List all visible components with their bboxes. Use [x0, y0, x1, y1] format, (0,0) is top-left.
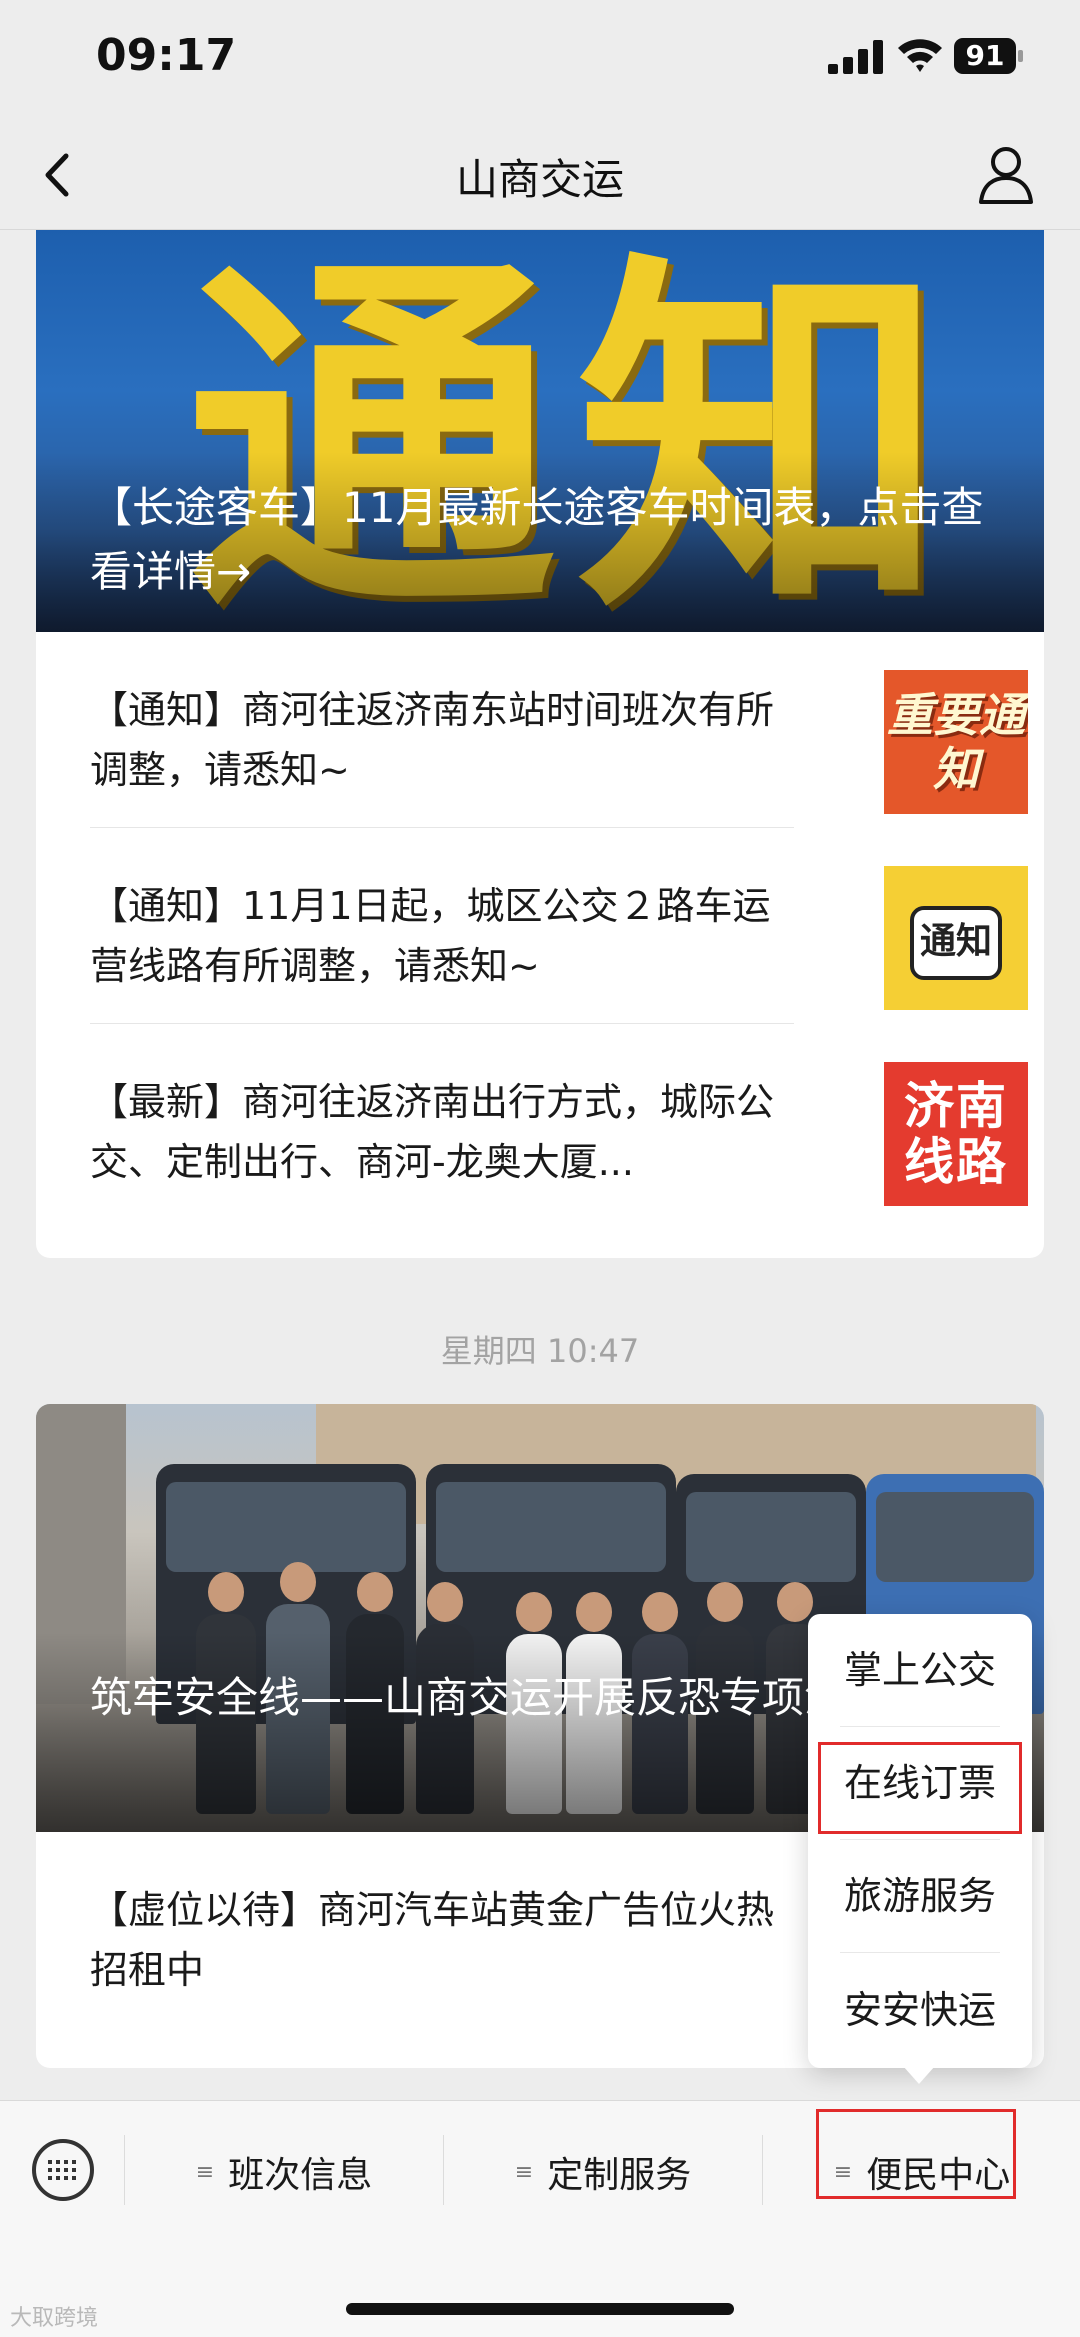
- wifi-icon: [898, 39, 942, 72]
- list-item[interactable]: 【通知】11月1日起，城区公交２路车运营线路有所调整，请悉知~ 通知: [90, 828, 1028, 1024]
- menu-item-express-delivery[interactable]: 安安快运: [840, 1954, 1000, 2066]
- menu-item-travel-service[interactable]: 旅游服务: [840, 1840, 1000, 1952]
- menu-lines-icon: ≡: [195, 2159, 215, 2185]
- highlight-box: [818, 1742, 1022, 1834]
- page-title: 山商交运: [455, 155, 624, 204]
- home-indicator[interactable]: [346, 2303, 734, 2315]
- cellular-signal-icon: [828, 40, 883, 74]
- menu-tab-label: 定制服务: [547, 2155, 692, 2196]
- keyboard-icon: [48, 2160, 78, 2182]
- menu-tab-custom-service[interactable]: ≡ 定制服务: [445, 2127, 761, 2217]
- message-timestamp: 星期四 10:47: [440, 1332, 640, 1370]
- bottom-menu-bar: ≡ 班次信息 ≡ 定制服务 ≡ 便民中心: [0, 2100, 1080, 2337]
- highlight-box: [816, 2109, 1016, 2199]
- article-title[interactable]: 【通知】11月1日起，城区公交２路车运营线路有所调整，请悉知~: [90, 876, 790, 996]
- banner-caption[interactable]: 【长途客车】11月最新长途客车时间表，点击查看详情→: [90, 476, 990, 604]
- menu-tab-schedule[interactable]: ≡ 班次信息: [126, 2127, 442, 2217]
- article-thumbnail[interactable]: 重要通知: [884, 670, 1028, 814]
- nav-bar: 山商交运: [0, 120, 1080, 230]
- divider: [840, 1952, 1000, 1953]
- article-banner[interactable]: 通知 【长途客车】11月最新长途客车时间表，点击查看详情→: [36, 230, 1044, 632]
- article-thumbnail[interactable]: 通知: [884, 866, 1028, 1010]
- battery-level: 91: [965, 39, 1005, 72]
- profile-icon[interactable]: [976, 142, 1036, 208]
- popup-arrow: [903, 2066, 935, 2084]
- list-item[interactable]: 【通知】商河往返济南东站时间班次有所调整，请悉知~ 重要通知: [90, 632, 1028, 828]
- status-time: 09:17: [96, 30, 237, 81]
- article-card: 通知 【长途客车】11月最新长途客车时间表，点击查看详情→ 【通知】商河往返济南…: [36, 230, 1044, 1258]
- article-title[interactable]: 【虚位以待】商河汽车站黄金广告位火热招租中: [90, 1880, 790, 2000]
- status-bar: 09:17 91: [0, 0, 1080, 120]
- list-item[interactable]: 【最新】商河往返济南出行方式，城际公交、定制出行、商河-龙奥大厦... 济南线路: [90, 1024, 1028, 1220]
- battery-icon: 91: [954, 38, 1024, 74]
- article-thumbnail[interactable]: 济南线路: [884, 1062, 1028, 1206]
- watermark: 大取跨境: [10, 2306, 99, 2331]
- submenu-popup: 掌上公交 在线订票 旅游服务 安安快运: [808, 1614, 1032, 2068]
- keyboard-toggle-button[interactable]: [32, 2139, 94, 2201]
- article-title[interactable]: 【最新】商河往返济南出行方式，城际公交、定制出行、商河-龙奥大厦...: [90, 1072, 790, 1192]
- article-title[interactable]: 【通知】商河往返济南东站时间班次有所调整，请悉知~: [90, 680, 790, 800]
- menu-item-bus-tracker[interactable]: 掌上公交: [840, 1614, 1000, 1726]
- menu-lines-icon: ≡: [514, 2159, 534, 2185]
- menu-tab-label: 班次信息: [228, 2155, 373, 2196]
